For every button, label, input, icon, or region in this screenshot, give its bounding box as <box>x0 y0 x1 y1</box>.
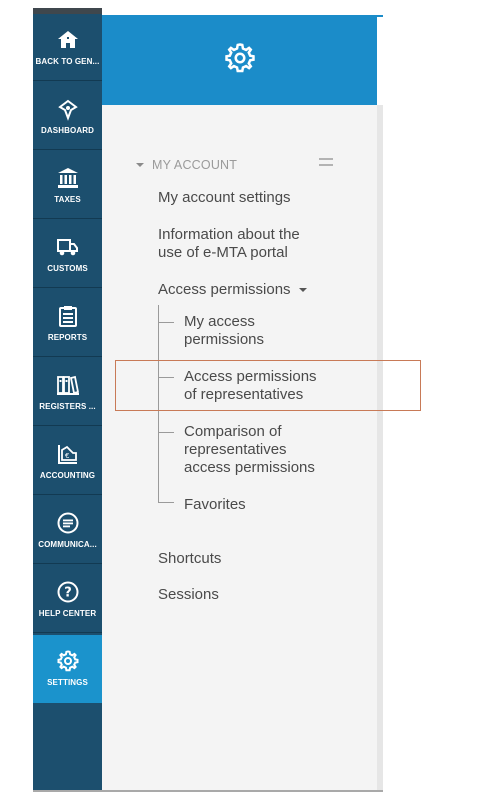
truck-icon <box>56 235 80 259</box>
submenu-my-access-permissions[interactable]: My access permissions <box>184 313 264 349</box>
panel-scrollbar[interactable] <box>377 105 383 791</box>
nav-label: SETTINGS <box>47 678 88 687</box>
nav-item-registers[interactable]: REGISTERS ... <box>33 359 102 426</box>
nav-label: BACK TO GEN... <box>35 57 100 66</box>
nav-label: DASHBOARD <box>41 126 94 135</box>
menu-sessions[interactable]: Sessions <box>158 586 219 604</box>
nav-label: TAXES <box>54 195 81 204</box>
nav-item-communication[interactable]: COMMUNICA... <box>33 497 102 564</box>
tree-tick <box>158 432 174 433</box>
bottom-divider <box>33 790 383 792</box>
svg-text:?: ? <box>64 586 72 601</box>
menu-info-line1: Information about the <box>158 226 300 243</box>
menu-info-e-mta[interactable]: Information about the use of e-MTA porta… <box>158 226 300 262</box>
chat-icon <box>56 511 80 535</box>
submenu-favorites[interactable]: Favorites <box>184 496 246 514</box>
nav-item-settings[interactable]: SETTINGS <box>33 635 102 703</box>
nav-label: HELP CENTER <box>38 609 97 618</box>
nav-item-dashboard[interactable]: DASHBOARD <box>33 83 102 150</box>
section-my-account[interactable]: MY ACCOUNT <box>136 158 237 172</box>
help-icon: ? <box>56 580 80 604</box>
nav-item-back-to-general[interactable]: BACK TO GEN... <box>33 14 102 81</box>
clipboard-icon <box>56 304 80 328</box>
gear-icon <box>56 649 80 673</box>
nav-item-help-center[interactable]: ? HELP CENTER <box>33 566 102 633</box>
menu-shortcuts[interactable]: Shortcuts <box>158 550 221 568</box>
nav-label: REGISTERS ... <box>39 402 96 411</box>
nav-item-customs[interactable]: CUSTOMS <box>33 221 102 288</box>
nav-label: CUSTOMS <box>47 264 88 273</box>
submenu-line: representatives <box>184 441 287 458</box>
svg-text:€: € <box>65 452 69 460</box>
nav-item-taxes[interactable]: TAXES <box>33 152 102 219</box>
hamburger-icon[interactable] <box>319 158 333 166</box>
chevron-down-icon <box>136 163 144 167</box>
books-icon <box>56 373 80 397</box>
main-nav: BACK TO GEN... DASHBOARD TAXES CUSTOMS R… <box>33 8 102 791</box>
highlight-box <box>115 360 421 411</box>
menu-my-account-settings[interactable]: My account settings <box>158 189 291 207</box>
tree-tick <box>158 502 174 503</box>
menu-info-line2: use of e-MTA portal <box>158 244 288 261</box>
nav-item-accounting[interactable]: € ACCOUNTING <box>33 428 102 495</box>
settings-header <box>102 15 377 105</box>
chevron-down-icon <box>298 288 307 293</box>
nav-label: ACCOUNTING <box>39 471 96 480</box>
submenu-comparison[interactable]: Comparison of representatives access per… <box>184 423 315 477</box>
bank-icon <box>56 166 80 190</box>
menu-access-permissions[interactable]: Access permissions <box>158 281 307 299</box>
nav-item-reports[interactable]: REPORTS <box>33 290 102 357</box>
menu-access-permissions-label: Access permissions <box>158 281 291 298</box>
submenu-line: permissions <box>184 331 265 348</box>
nav-label: REPORTS <box>47 333 88 342</box>
section-title: MY ACCOUNT <box>152 158 238 172</box>
submenu-line: Comparison of <box>184 423 282 440</box>
submenu-line: My access <box>184 313 255 330</box>
ledger-icon: € <box>56 442 80 466</box>
home-icon <box>56 28 80 52</box>
tree-tick <box>158 322 174 323</box>
header-edge <box>377 15 383 17</box>
gear-icon <box>223 41 257 80</box>
dashboard-icon <box>56 97 80 121</box>
nav-label: COMMUNICA... <box>38 540 97 549</box>
submenu-line: access permissions <box>184 459 315 476</box>
